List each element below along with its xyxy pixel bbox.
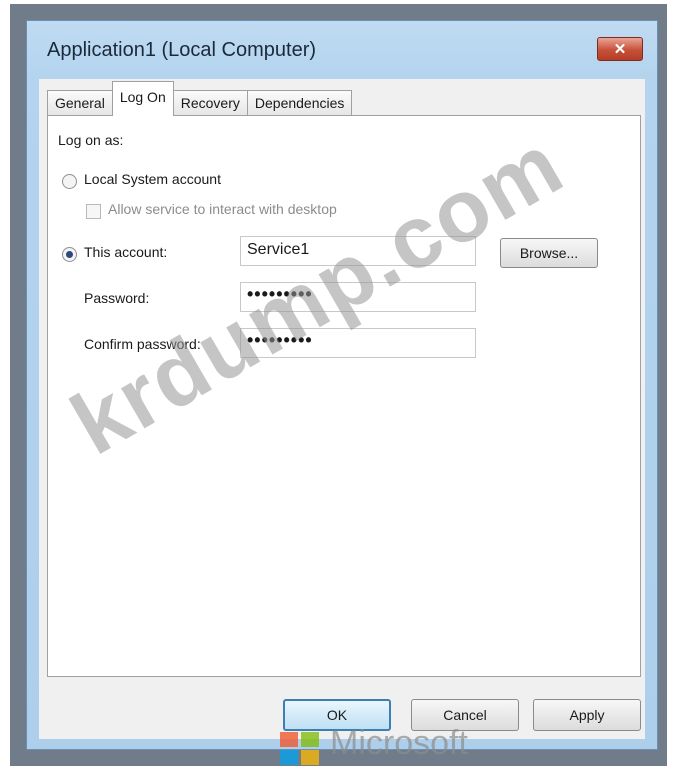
local-system-label[interactable]: Local System account: [84, 171, 221, 187]
allow-interact-checkbox[interactable]: [86, 204, 101, 219]
close-button[interactable]: ✕: [597, 37, 643, 61]
tab-general[interactable]: General: [47, 90, 113, 115]
local-system-radio[interactable]: [62, 174, 77, 189]
allow-interact-label: Allow service to interact with desktop: [108, 201, 337, 217]
password-label: Password:: [84, 290, 150, 306]
tab-dependencies[interactable]: Dependencies: [246, 90, 353, 115]
tab-recovery[interactable]: Recovery: [172, 90, 248, 115]
microsoft-wordmark: Microsoft: [330, 724, 468, 762]
window-title: Application1 (Local Computer): [47, 39, 317, 61]
log-on-as-label: Log on as:: [58, 132, 124, 148]
close-icon: ✕: [613, 41, 627, 58]
this-account-radio[interactable]: [62, 247, 77, 262]
this-account-label[interactable]: This account:: [84, 244, 167, 260]
tab-strip: General Log On Recovery Dependencies: [47, 81, 353, 116]
tab-log-on[interactable]: Log On: [111, 81, 174, 116]
microsoft-logo: [280, 732, 319, 765]
apply-button[interactable]: Apply: [533, 699, 641, 731]
browse-button[interactable]: Browse...: [500, 238, 598, 268]
